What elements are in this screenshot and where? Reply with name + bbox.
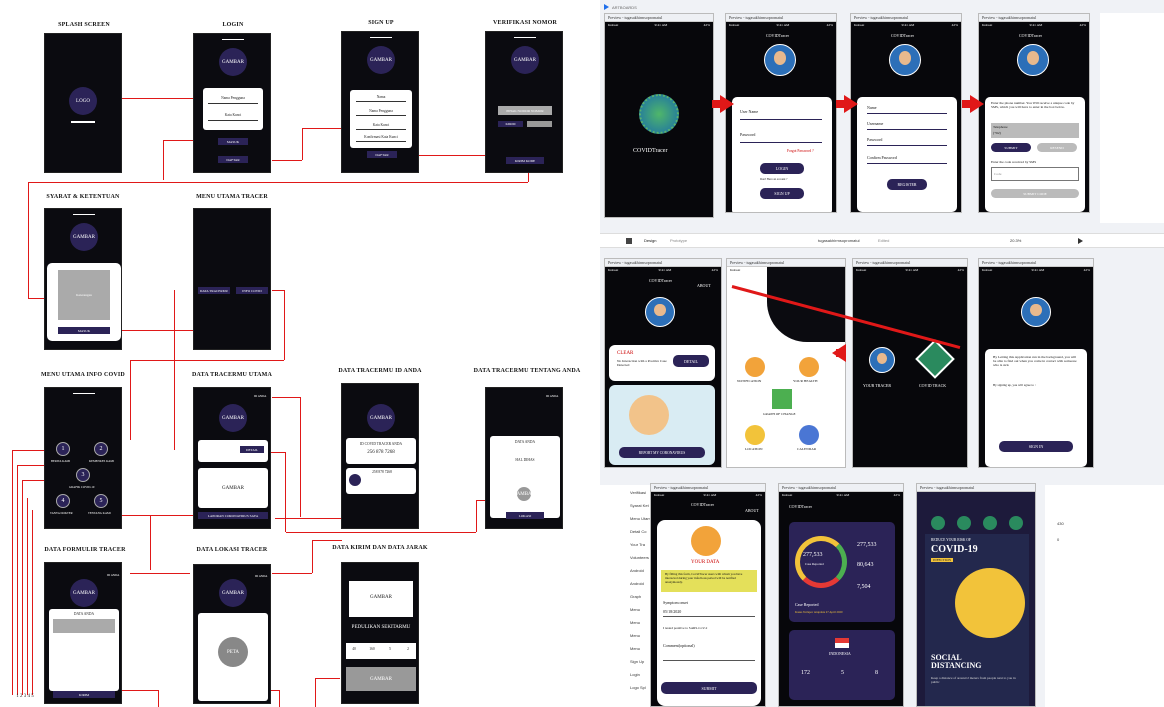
wf-kirim: GAMBAR PEDULIKAN SEKITARMU 40 160 5 2 GA…	[341, 562, 419, 704]
wf-title-formulir: DATA FORMULIR TRACER	[44, 547, 126, 553]
wf-tracermu-id: GAMBAR ID COVID TRACER ANDA 256 878 7268…	[341, 383, 419, 529]
wf-title-signup: SIGN UP	[368, 20, 394, 26]
wf-title-verif: VERIFIKASI NOMOR	[492, 20, 558, 26]
wf-title-menu-tracer: MENU UTAMA TRACER	[196, 194, 268, 200]
wf-menu-tracer: DATA TRACERMU INFO COVID	[193, 208, 271, 350]
wf-title-syarat: SYARAT & KETENTUAN	[46, 194, 120, 200]
preview-track: Preview - tugasakhirmsopromatul Indosat 9…	[852, 258, 968, 468]
notification-icon[interactable]	[745, 357, 765, 377]
signin-button[interactable]: SIGN IN	[999, 441, 1073, 452]
wf-title-tracermu-id: DATA TRACERMU ID ANDA	[338, 368, 422, 374]
wf-login: GAMBAR Nama Pengguna Kata Kunci MASUK DA…	[193, 33, 271, 173]
wf-daftar-button[interactable]: DAFTAR	[218, 156, 248, 163]
preview-poster: Preview - tugasakhirmsopromatul REDUCE Y…	[916, 483, 1036, 707]
properties-panel: 430 0	[1045, 485, 1164, 707]
flow-arrow	[720, 95, 734, 113]
wf-title-splash: SPLASH SCREEN	[58, 22, 110, 28]
play-preview-icon[interactable]	[1078, 238, 1083, 244]
submit-button[interactable]: SUBMIT	[661, 682, 757, 694]
wf-title-login: LOGIN	[222, 22, 244, 28]
login-button[interactable]: LOGIN	[760, 163, 804, 174]
preview-stats: Preview - tugasakhirmsopromatul Indosat 9…	[778, 483, 904, 707]
wf-footer-nums: 1 2 3 4 5	[16, 694, 34, 699]
wf-title-kirim: DATA KIRIM DAN DATA JARAK	[332, 545, 428, 551]
canvas: SPLASH SCREEN LOGO LOGIN GAMBAR Nama Pen…	[0, 0, 1164, 707]
preview-login: Preview - tugasakhirmsopromatul Indosat 9…	[725, 13, 837, 213]
calendar-icon[interactable]	[799, 425, 819, 445]
design-editor: ARTBOARDS Preview - tugasakhirmsopromatu…	[600, 0, 1164, 707]
wf-menu-info: 1 BERITA KAMI 2 KEMENKES KAMI 3 GRAFIK C…	[44, 387, 122, 529]
location-icon[interactable]	[745, 425, 765, 445]
wf-splash: LOGO	[44, 33, 122, 173]
preview-splash: Preview - tugasakhirmsopromatul Indosat 9…	[604, 13, 714, 218]
avatar	[764, 44, 796, 76]
wf-verif: GAMBAR PIHAK NOMOR NOMOR KIRIM KIRIM KOD…	[485, 31, 563, 173]
wireframe-board: SPLASH SCREEN LOGO LOGIN GAMBAR Nama Pen…	[0, 0, 600, 707]
health-icon[interactable]	[799, 357, 819, 377]
wf-formulir: ID ANDA GAMBAR DATA ANDA KIRIM	[44, 562, 122, 704]
home-icon[interactable]	[626, 238, 632, 244]
wf-login-image: GAMBAR	[219, 48, 247, 76]
wf-tracermu-tentang: ID ANDA DATA ANDA HAL DIHAS GAMBAR LOKAS…	[485, 387, 563, 529]
wf-title-tracermu-tentang: DATA TRACERMU TENTANG ANDA	[473, 368, 581, 374]
wf-syarat: GAMBAR Keterangan MASUK	[44, 208, 122, 350]
preview-verify: Preview - tugasakhirmsopromatul Indosat 9…	[978, 13, 1090, 213]
wf-title-menu-info: MENU UTAMA INFO COVID	[41, 372, 125, 378]
preview-register: Preview - tugasakhirmsopromatul Indosat 9…	[850, 13, 962, 213]
layers-panel: Verifikasi Syarat Ket Menu Utam Detail C…	[600, 485, 651, 707]
virus-logo	[639, 94, 679, 134]
wf-masuk-button[interactable]: MASUK	[218, 138, 248, 145]
wf-tracermu: ID ANDA GAMBAR DETAIL GAMBAR LAPORAN COR…	[193, 387, 271, 529]
register-button[interactable]: REGISTER	[887, 179, 927, 190]
graph-icon[interactable]	[772, 389, 792, 409]
play-icon[interactable]	[604, 4, 609, 10]
preview-about: Preview - tugasakhirmsopromatul Indosat 9…	[604, 258, 722, 468]
wf-signup-daftar-button[interactable]: DAFTAR	[367, 151, 397, 158]
artboards-label: ARTBOARDS	[612, 5, 637, 10]
wf-signup: GAMBAR Nama Nama Pengguna Kata Kunci Kon…	[341, 31, 419, 173]
wf-lokasi: ID ANDA GAMBAR PETA	[193, 564, 271, 704]
wf-syarat-masuk-button[interactable]: MASUK	[58, 327, 110, 334]
signup-button[interactable]: SIGN UP	[760, 188, 804, 199]
preview-your-data: Preview - tugasakhirmsopromatul Indosat 9…	[650, 483, 766, 707]
wf-title-lokasi: DATA LOKASI TRACER	[196, 547, 268, 553]
editor-toolbar: Design Prototype tugasakhirmsopromatul E…	[600, 233, 1164, 248]
wf-logo: LOGO	[69, 87, 97, 115]
preview-background: Preview - tugasakhirmsopromatul Indosat 9…	[978, 258, 1094, 468]
wf-title-tracermu: DATA TRACERMU UTAMA	[191, 372, 273, 378]
